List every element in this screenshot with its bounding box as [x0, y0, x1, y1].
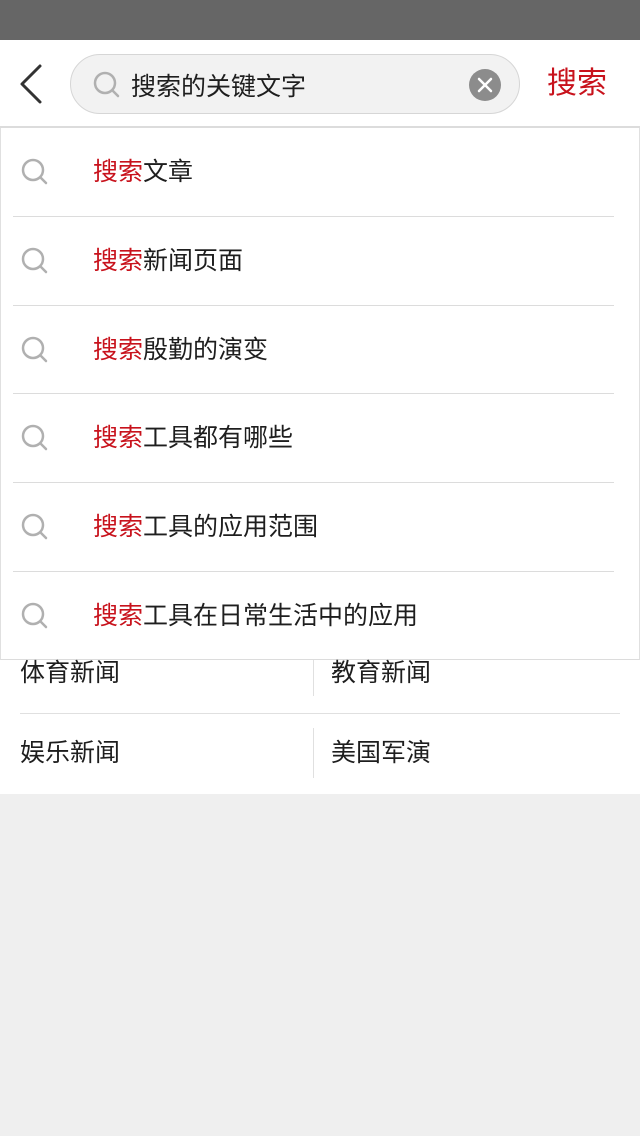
suggestion-highlight: 搜索 — [93, 423, 144, 452]
search-icon — [93, 71, 120, 98]
suggestion-item[interactable]: 搜索新闻页面 — [1, 217, 639, 305]
suggestion-highlight: 搜索 — [93, 601, 144, 630]
search-icon — [21, 336, 48, 363]
suggestion-text: 搜索殷勤的演变 — [93, 306, 268, 394]
close-icon — [477, 77, 493, 93]
search-icon — [21, 424, 48, 451]
suggestion-rest: 工具在日常生活中的应用 — [143, 601, 419, 630]
chevron-left-icon — [20, 64, 42, 104]
search-box — [70, 54, 520, 114]
suggestion-highlight: 搜索 — [93, 246, 144, 275]
suggestion-item[interactable]: 搜索文章 — [1, 128, 639, 216]
search-input[interactable] — [131, 63, 451, 107]
tag-column-divider — [313, 728, 314, 778]
status-bar — [0, 0, 640, 40]
suggestion-highlight: 搜索 — [93, 335, 144, 364]
hot-tags-panel: 体育新闻 教育新闻 娱乐新闻 美国军演 — [0, 658, 640, 794]
suggestion-item[interactable]: 搜索工具在日常生活中的应用 — [1, 572, 639, 660]
suggestion-text: 搜索工具的应用范围 — [93, 483, 318, 571]
suggestion-text: 搜索文章 — [93, 128, 193, 216]
suggestion-rest: 新闻页面 — [143, 246, 244, 275]
search-submit-button[interactable]: 搜索 — [534, 60, 620, 108]
suggestion-highlight: 搜索 — [93, 157, 144, 186]
suggestion-rest: 工具的应用范围 — [143, 512, 319, 541]
search-icon — [21, 602, 48, 629]
tag-row-divider — [20, 713, 620, 714]
suggestion-item[interactable]: 搜索工具的应用范围 — [1, 483, 639, 571]
search-icon — [21, 513, 48, 540]
suggestion-text: 搜索工具在日常生活中的应用 — [93, 572, 418, 660]
search-icon — [21, 247, 48, 274]
tag-item[interactable]: 体育新闻 — [20, 648, 120, 698]
suggestion-rest: 文章 — [143, 157, 194, 186]
back-button[interactable] — [14, 62, 50, 106]
suggestion-rest: 工具都有哪些 — [143, 423, 294, 452]
tag-item[interactable]: 娱乐新闻 — [20, 728, 120, 778]
suggestion-highlight: 搜索 — [93, 512, 144, 541]
suggestion-rest: 殷勤的演变 — [143, 335, 269, 364]
search-header: 搜索 — [0, 40, 640, 128]
tag-item[interactable]: 美国军演 — [331, 728, 431, 778]
search-icon — [21, 158, 48, 185]
suggestion-text: 搜索新闻页面 — [93, 217, 243, 305]
suggestion-item[interactable]: 搜索殷勤的演变 — [1, 306, 639, 394]
tag-column-divider — [313, 660, 314, 696]
suggestion-list: 搜索文章 搜索新闻页面 搜索殷勤的演变 搜索工具都有哪些 搜索工具的应用范围 搜… — [0, 128, 640, 660]
suggestion-item[interactable]: 搜索工具都有哪些 — [1, 394, 639, 482]
clear-button[interactable] — [469, 69, 501, 101]
suggestion-text: 搜索工具都有哪些 — [93, 394, 293, 482]
tag-item[interactable]: 教育新闻 — [331, 648, 431, 698]
